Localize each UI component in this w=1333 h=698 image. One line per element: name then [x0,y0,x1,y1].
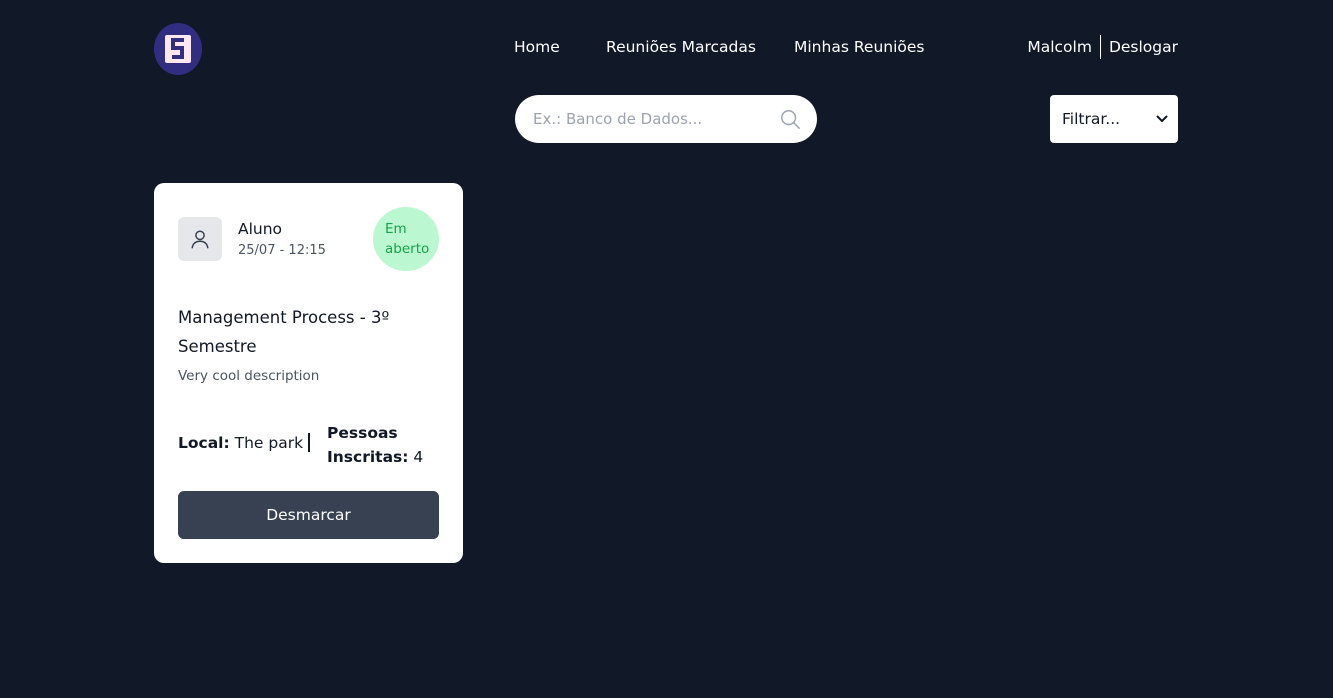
status-badge: Em aberto [373,207,439,271]
search-input[interactable] [531,109,773,129]
user-name: Malcolm [1027,38,1092,56]
meeting-location: Local: The park [178,433,303,453]
meeting-title: Management Process - 3º Semestre [178,308,390,356]
meeting-attendees: Pessoas Inscritas: 4 [327,421,447,469]
meeting-author: Aluno [238,220,283,238]
info-divider [308,433,310,452]
avatar [178,217,222,261]
logout-link[interactable]: Deslogar [1101,38,1178,56]
search-bar [515,95,817,143]
status-text-line2: aberto [385,241,430,257]
app-logo[interactable] [154,23,202,75]
location-label: Local: [178,434,230,452]
attendees-label: Pessoas Inscritas: [327,424,409,466]
nav-reunioes-marcadas[interactable]: Reuniões Marcadas [606,37,756,57]
location-value: The park [234,434,304,452]
filter-selected-value: Filtrar... [1062,110,1121,128]
filter-select[interactable]: Filtrar... [1050,95,1178,143]
nav-minhas-reunioes[interactable]: Minhas Reuniões [794,37,925,57]
user-area: Malcolm Deslogar [1027,35,1178,59]
meeting-card: Aluno 25/07 - 12:15 Em aberto Management… [154,183,463,563]
user-icon [191,230,209,249]
logo-icon [165,35,191,63]
nav-home[interactable]: Home [514,37,560,57]
unbook-button[interactable]: Desmarcar [178,491,439,539]
meeting-datetime: 25/07 - 12:15 [238,243,326,258]
attendees-value: 4 [413,448,424,466]
chevron-down-icon [1156,115,1168,122]
status-text-line1: Em [385,221,407,237]
search-icon[interactable] [779,108,801,130]
meeting-description: Very cool description [178,368,320,384]
